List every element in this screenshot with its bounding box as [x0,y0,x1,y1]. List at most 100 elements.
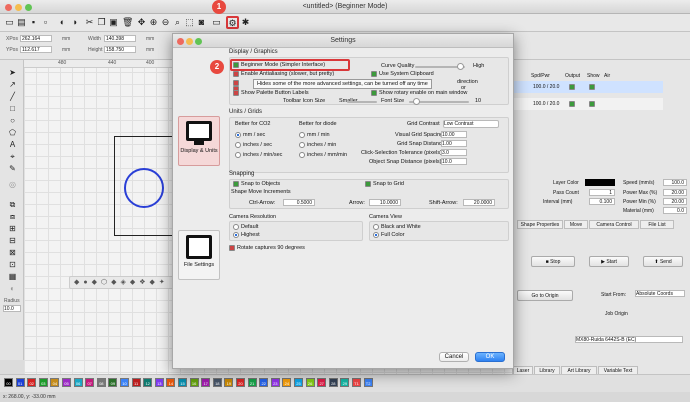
zoom-out-icon[interactable]: ⊖ [160,17,171,28]
cam-res-default-radio[interactable] [233,224,239,230]
palette-swatch-21[interactable]: 21 [247,378,257,387]
cuts-row[interactable]: 100.0 / 20.0 [513,81,663,93]
start-from-select[interactable]: Absolute Coords [635,290,685,297]
antialiasing-checkbox[interactable] [233,71,239,77]
ungroup-tool-icon[interactable]: ⧈ [8,212,17,221]
palette-swatch-18[interactable]: 18 [212,378,222,387]
group-tool-icon[interactable]: ⧉ [8,200,17,209]
palette-swatch-13[interactable]: 13 [154,378,164,387]
open-file-icon[interactable]: ▭ [4,17,15,28]
zoom-fit-icon[interactable]: ⌕ [172,17,183,28]
palette-swatch-00[interactable]: 00 [4,378,13,387]
palette-swatch-25[interactable]: 25 [294,378,303,387]
copy-icon[interactable]: ❐ [96,17,107,28]
grid-snap-distance-field[interactable]: 1.00 [441,140,467,147]
offset-tool-icon[interactable]: ◎ [8,180,17,189]
grid-contrast-select[interactable]: Low Contrast [443,120,499,128]
system-clipboard-checkbox[interactable] [371,71,377,77]
position-tool-icon[interactable]: ⌖ [8,152,17,161]
rotary-enable-checkbox[interactable] [371,90,377,96]
select-tool-icon[interactable]: ➤ [8,68,17,77]
visual-grid-spacing-field[interactable]: 10.00 [441,131,467,138]
palette-swatch-06[interactable]: 06 [73,378,83,387]
folder-icon[interactable]: ▤ [16,17,27,28]
palette-labels-checkbox[interactable] [233,90,239,96]
co2-units-radio[interactable] [235,152,241,158]
palette-swatch-11[interactable]: 11 [131,378,141,387]
palette-swatch-24[interactable]: 24 [282,378,292,387]
palette-swatch-07[interactable]: 07 [85,378,95,387]
layer-color-swatch[interactable] [585,179,615,186]
zoom-in-icon[interactable]: ⊕ [148,17,159,28]
height-field[interactable]: 158.750 [104,46,136,53]
go-to-origin-button[interactable]: Go to Origin [517,290,573,301]
cam-res-highest-radio[interactable] [233,232,239,238]
font-size-knob[interactable] [413,98,420,105]
palette-swatch-16[interactable]: 16 [189,378,199,387]
diode-units-radio[interactable] [299,142,305,148]
curve-quality-knob[interactable] [457,63,464,70]
shift-arrow-field[interactable]: 20.0000 [463,199,495,206]
palette-swatch-02[interactable]: 02 [27,378,37,387]
arrow-field[interactable]: 10.0000 [369,199,401,206]
pen-tool-icon[interactable]: ✎ [8,164,17,173]
palette-swatch-T1[interactable]: T1 [352,378,361,387]
diode-units-radio[interactable] [299,152,305,158]
align-tool-icon[interactable]: ⊠ [8,248,17,257]
material-field[interactable]: 0.0 [663,207,687,214]
palette-swatch-27[interactable]: 27 [317,378,327,387]
palette-swatch-14[interactable]: 14 [166,378,176,387]
show-checkbox[interactable] [589,84,595,90]
edit-nodes-icon[interactable]: ↗ [8,80,17,89]
file-settings-tab[interactable]: File Settings [178,230,220,280]
tools-icon[interactable]: ✱ [240,17,251,28]
polygon-tool-icon[interactable]: ⬠ [8,128,17,137]
cam-view-bw-radio[interactable] [373,224,379,230]
monitor-icon[interactable]: ▭ [211,17,222,28]
floating-tools-bar[interactable]: ◆●◆⬡◆◈◆❖◆✦ [69,276,189,289]
canvas-circle-shape[interactable] [124,168,164,208]
boolean-tool-icon[interactable]: ⊟ [8,236,17,245]
palette-swatch-28[interactable]: 28 [328,378,338,387]
paste-icon[interactable]: ▣ [108,17,119,28]
palette-swatch-22[interactable]: 22 [259,378,269,387]
redo-icon[interactable]: ◑ [69,17,80,28]
tab-file-list[interactable]: File List [640,220,674,229]
send-button[interactable]: ⬆ Send [643,256,683,267]
array-tool-icon[interactable]: ⊡ [8,260,17,269]
palette-swatch-08[interactable]: 08 [96,378,106,387]
speed-field[interactable]: 100.0 [663,179,687,186]
delete-icon[interactable]: 🗑 [122,17,133,28]
cam-view-color-radio[interactable] [373,232,379,238]
palette-swatch-10[interactable]: 10 [120,378,129,387]
co2-units-radio[interactable] [235,142,241,148]
ellipse-tool-icon[interactable]: ○ [8,116,17,125]
diode-units-radio[interactable] [299,132,305,138]
palette-swatch-09[interactable]: 09 [108,378,118,387]
palette-swatch-23[interactable]: 23 [270,378,280,387]
undo-icon[interactable]: ◐ [57,17,68,28]
settings-gear-icon[interactable]: ⚙ [226,16,239,29]
palette-swatch-T2[interactable]: T2 [363,378,373,387]
rotate-captures-checkbox[interactable] [229,245,235,251]
cancel-button[interactable]: Cancel [439,352,469,362]
interval-field[interactable]: 0.100 [589,198,615,205]
corner-tool-icon[interactable]: ◐ [8,284,17,293]
dialog-zoom-button[interactable] [195,38,202,45]
rectangle-tool-icon[interactable]: □ [8,104,17,113]
palette-swatch-01[interactable]: 01 [15,378,25,387]
width-field[interactable]: 140.398 [104,35,136,42]
cuts-row[interactable]: 100.0 / 20.0 [513,98,663,110]
palette-swatch-17[interactable]: 17 [201,378,211,387]
pass-count-field[interactable]: 1 [589,189,615,196]
output-checkbox[interactable] [569,101,575,107]
icon-size-track[interactable] [347,101,377,103]
ok-button[interactable]: OK [475,352,505,362]
palette-swatch-19[interactable]: 19 [224,378,234,387]
dialog-close-button[interactable] [177,38,184,45]
radius-field[interactable]: 10.0 [3,305,21,312]
object-snap-distance-field[interactable]: 10.0 [441,158,467,165]
move-icon[interactable]: ✥ [136,17,147,28]
tab-camera-control[interactable]: Camera Control [589,220,639,229]
tab-shape-properties[interactable]: Shape Properties [517,220,563,229]
